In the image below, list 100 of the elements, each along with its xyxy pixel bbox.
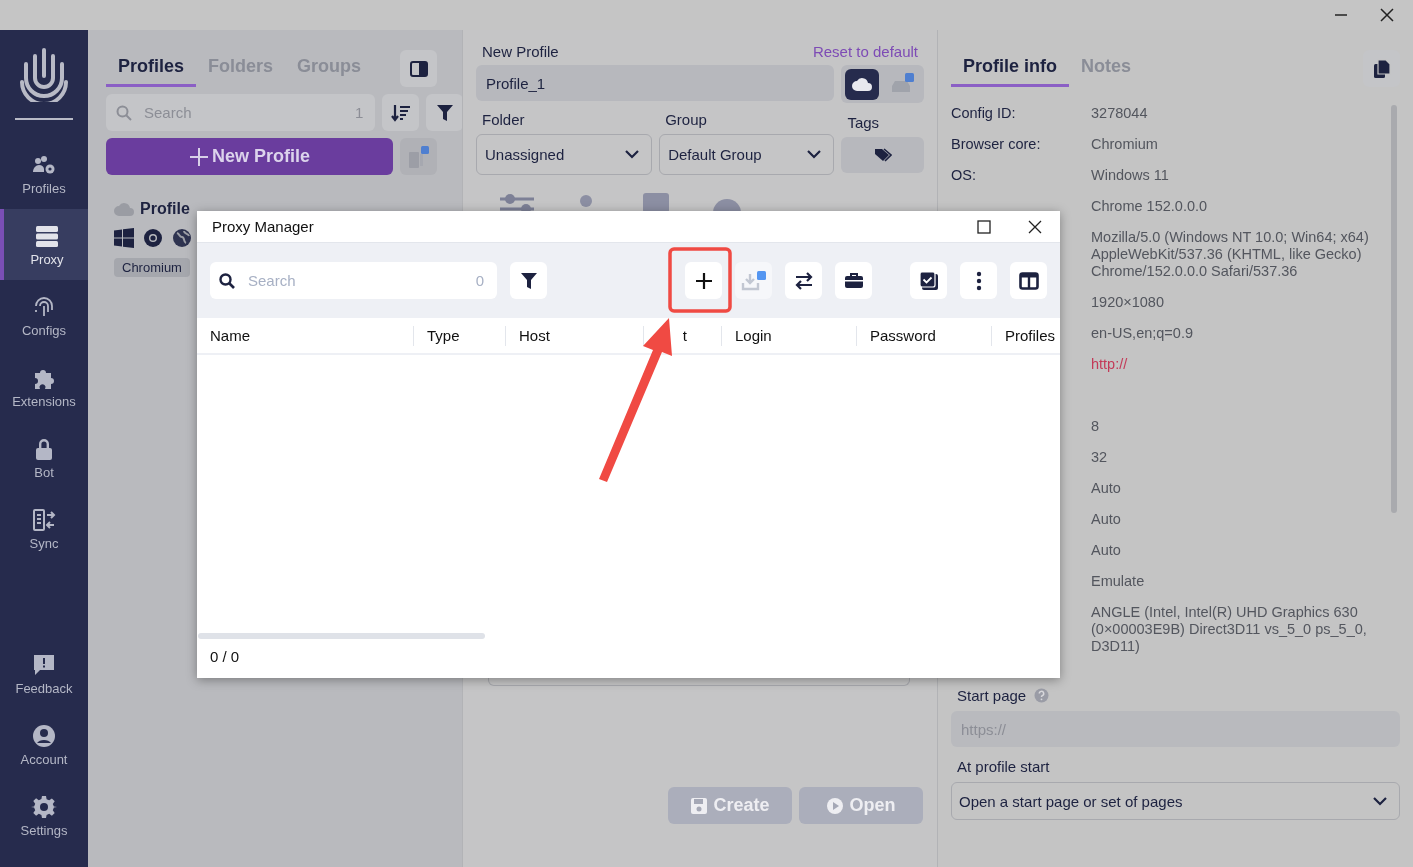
field-label: Tags [846,113,881,131]
search-input[interactable]: Search [142,103,345,122]
windows-icon [114,228,134,248]
section-title: New Profile [482,43,559,60]
tags-icon [873,148,892,162]
columns-button[interactable] [1010,262,1047,299]
info-value: ANGLE (Intel, Intel(R) UHD Graphics 630 (0×00003E9B) Direct3D11 vs_5_0 ps_5_0, D3D11) [1091,604,1368,655]
scrollbar[interactable] [198,633,485,639]
info-label: Browser core: [951,136,1041,152]
info-value: en-US,en;q=0.9 [1091,325,1194,342]
column-header[interactable]: Password [856,325,991,346]
info-value: 3278044 [1091,105,1149,122]
info-value: Auto [1091,480,1122,497]
cloud-icon [851,77,872,91]
play-icon [826,796,845,815]
info-value: 32 [1091,449,1109,466]
scrollbar[interactable] [1391,105,1397,513]
sync-icon [31,506,57,533]
info-value: Emulate [1091,573,1146,590]
plus-icon [189,146,209,167]
filter-button[interactable] [426,94,464,131]
panel-icon [409,60,428,77]
column-header[interactable]: Type [413,325,505,346]
field-label: Group [664,111,708,128]
info-value: Windows 11 [1091,167,1170,184]
info-value: Chrome 152.0.0.0 [1091,198,1209,215]
sidebar-item[interactable]: Profiles [0,138,88,209]
field-label: Folder [481,111,526,128]
tab[interactable]: Profile info [951,50,1069,87]
sort-icon [390,103,411,122]
highlight-box [668,247,732,313]
search-icon [219,272,235,289]
cloud-storage-toggle[interactable] [844,68,879,100]
filter-icon [435,103,454,122]
info-label: OS: [951,167,976,183]
cloud-icon [114,202,134,216]
tab[interactable]: Profiles [106,50,197,87]
close-icon[interactable] [1380,8,1394,22]
plus-icon [694,271,713,290]
add-button[interactable] [685,262,722,299]
user-icon [31,722,57,749]
browser-icon [143,228,163,248]
sidebar-item[interactable]: Proxy [0,209,88,280]
swap-button[interactable] [785,262,822,299]
column-header[interactable]: Name [197,325,413,346]
sidebar-item[interactable]: Extensions [0,351,88,422]
info-value: 1920×1080 [1091,294,1165,311]
search-icon [116,104,132,121]
chevron-down-icon [1373,796,1387,806]
briefcase-button[interactable] [835,262,872,299]
copy-button[interactable] [1363,50,1400,87]
info-value: Mozilla/5.0 (Windows NT 10.0; Win64; x64) AppleWebKit/537.36 (KHTML, like Gecko) Chrome/152.0.0.0 Safari/537.36 [1091,229,1370,280]
new-profile-button[interactable]: New Profile [106,138,393,175]
filter-button[interactable] [510,262,547,299]
folder-select[interactable]: Unassigned [476,134,653,175]
info-label: Config ID: [951,105,1016,121]
column-header[interactable]: Profiles [991,325,1060,346]
chevron-down-icon [625,150,640,159]
browser-tag: Chromium [114,258,190,277]
sidebar-item[interactable]: Account [0,709,88,780]
row-count: 0 / 0 [209,647,241,667]
sidebar-item[interactable]: Settings [0,780,88,851]
panel-toggle-button[interactable] [400,50,437,87]
info-value: Auto [1091,511,1122,528]
info-value: Auto [1091,542,1122,559]
dialog-title: Proxy Manager [212,218,314,235]
sidebar-item[interactable]: Feedback [0,638,88,709]
settings-icon [31,793,57,820]
checkbox-stack-icon [918,270,939,291]
group-select[interactable]: Default Group [659,134,835,175]
sidebar-item[interactable]: Configs [0,280,88,351]
field-label: Start page [957,687,1027,704]
search-input[interactable]: Search [246,271,465,290]
column-header[interactable]: Login [721,325,856,346]
profile-name-field[interactable]: Profile_1 [476,65,834,101]
result-count: 1 [355,104,364,121]
sidebar-item[interactable]: Sync [0,493,88,564]
field-label: At profile start [956,758,1051,775]
tags-button[interactable] [841,137,924,173]
columns-icon [1018,271,1039,290]
swap-arrows-icon [793,271,814,290]
profile-name: Profile [140,200,190,218]
sidebar-item[interactable]: Bot [0,422,88,493]
result-count: 0 [475,272,484,289]
sort-button[interactable] [382,94,420,131]
locked-import-icon [406,143,431,170]
info-value: http:// [1091,356,1129,373]
locked-download-icon [740,268,767,293]
profile-start-select[interactable]: Open a start page or set of pages [951,782,1400,820]
reset-link[interactable]: Reset to default [812,43,918,60]
info-value: 8 [1091,418,1101,435]
column-header[interactable]: Host [505,325,643,346]
info-value: Chromium [1091,136,1159,153]
globe-icon [172,228,192,248]
more-button[interactable] [960,262,997,299]
close-icon[interactable] [1028,219,1042,234]
save-icon [690,796,709,815]
check-button[interactable] [910,262,947,299]
more-icon [975,270,982,291]
maximize-icon[interactable] [977,219,991,234]
